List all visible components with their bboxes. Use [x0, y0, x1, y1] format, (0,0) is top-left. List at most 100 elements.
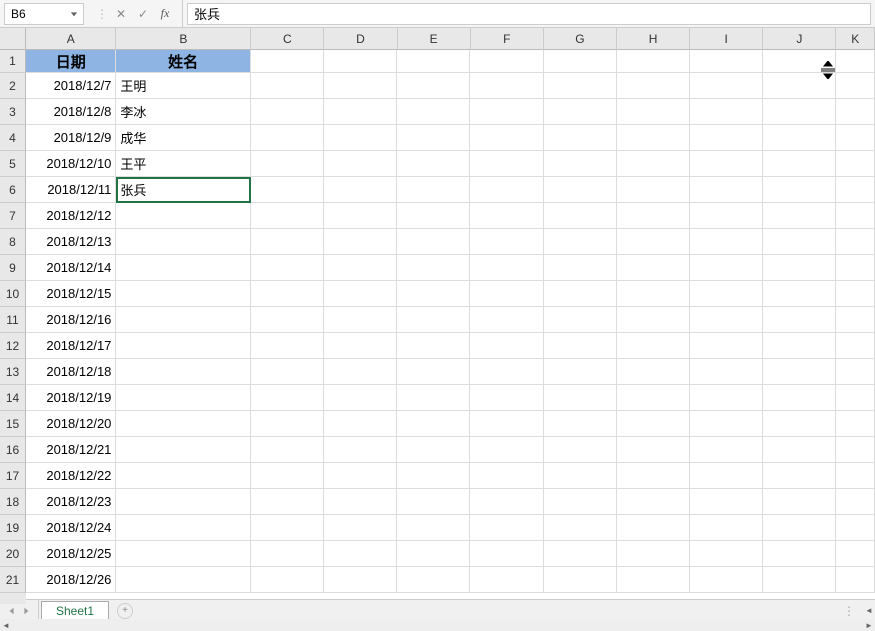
cells-area[interactable]: 日期姓名2018/12/7王明2018/12/8李冰2018/12/9成华201… [26, 50, 875, 604]
cell-C18[interactable] [251, 489, 324, 515]
column-header-I[interactable]: I [690, 28, 763, 50]
cell-J21[interactable] [763, 567, 836, 593]
cell-A6[interactable]: 2018/12/11 [26, 177, 116, 203]
cell-F14[interactable] [470, 385, 543, 411]
column-header-K[interactable]: K [836, 28, 875, 50]
column-header-B[interactable]: B [116, 28, 251, 50]
row-header-18[interactable]: 18 [0, 489, 26, 515]
cell-I13[interactable] [690, 359, 763, 385]
cell-G16[interactable] [544, 437, 617, 463]
cell-J18[interactable] [763, 489, 836, 515]
cell-C16[interactable] [251, 437, 324, 463]
cell-D7[interactable] [324, 203, 397, 229]
cell-K20[interactable] [836, 541, 875, 567]
cell-B9[interactable] [116, 255, 250, 281]
cell-H21[interactable] [617, 567, 690, 593]
cell-F7[interactable] [470, 203, 543, 229]
sheet-nav-prev-icon[interactable] [8, 604, 16, 618]
cell-K3[interactable] [836, 99, 875, 125]
cell-C11[interactable] [251, 307, 324, 333]
cell-F12[interactable] [470, 333, 543, 359]
cell-H16[interactable] [617, 437, 690, 463]
cell-B7[interactable] [116, 203, 250, 229]
cell-E21[interactable] [397, 567, 470, 593]
sheet-tab-1[interactable]: Sheet1 [41, 601, 109, 620]
cell-A11[interactable]: 2018/12/16 [26, 307, 116, 333]
cell-D20[interactable] [324, 541, 397, 567]
column-header-E[interactable]: E [398, 28, 471, 50]
cell-I16[interactable] [690, 437, 763, 463]
cell-J3[interactable] [763, 99, 836, 125]
cell-G1[interactable] [544, 50, 617, 73]
cell-G14[interactable] [544, 385, 617, 411]
cell-H6[interactable] [617, 177, 690, 203]
cell-H15[interactable] [617, 411, 690, 437]
cell-E1[interactable] [397, 50, 470, 73]
cell-I2[interactable] [690, 73, 763, 99]
cell-J6[interactable] [763, 177, 836, 203]
cell-G4[interactable] [544, 125, 617, 151]
cell-G2[interactable] [544, 73, 617, 99]
cell-E14[interactable] [397, 385, 470, 411]
cell-D18[interactable] [324, 489, 397, 515]
cell-H7[interactable] [617, 203, 690, 229]
cell-B6[interactable]: 张兵 [116, 177, 250, 203]
cell-E7[interactable] [397, 203, 470, 229]
cell-I4[interactable] [690, 125, 763, 151]
cell-J11[interactable] [763, 307, 836, 333]
row-header-11[interactable]: 11 [0, 307, 26, 333]
cell-B2[interactable]: 王明 [116, 73, 250, 99]
cell-G19[interactable] [544, 515, 617, 541]
cell-B8[interactable] [116, 229, 250, 255]
cell-F13[interactable] [470, 359, 543, 385]
cell-D12[interactable] [324, 333, 397, 359]
cell-D14[interactable] [324, 385, 397, 411]
cell-K16[interactable] [836, 437, 875, 463]
cell-K11[interactable] [836, 307, 875, 333]
row-header-17[interactable]: 17 [0, 463, 26, 489]
cell-J5[interactable] [763, 151, 836, 177]
cell-K21[interactable] [836, 567, 875, 593]
cell-B18[interactable] [116, 489, 250, 515]
cell-K12[interactable] [836, 333, 875, 359]
name-box-dropdown-icon[interactable] [67, 6, 81, 22]
horizontal-scrollbar[interactable]: ◄ ► [0, 619, 875, 631]
row-header-9[interactable]: 9 [0, 255, 26, 281]
select-all-corner[interactable] [0, 28, 26, 50]
cell-D21[interactable] [324, 567, 397, 593]
cell-E9[interactable] [397, 255, 470, 281]
cell-G13[interactable] [544, 359, 617, 385]
cell-K2[interactable] [836, 73, 875, 99]
cell-H1[interactable] [617, 50, 690, 73]
cell-B16[interactable] [116, 437, 250, 463]
cell-A4[interactable]: 2018/12/9 [26, 125, 116, 151]
cell-J9[interactable] [763, 255, 836, 281]
cell-D5[interactable] [324, 151, 397, 177]
cell-G17[interactable] [544, 463, 617, 489]
cell-F6[interactable] [470, 177, 543, 203]
cell-I10[interactable] [690, 281, 763, 307]
cell-E19[interactable] [397, 515, 470, 541]
cell-C19[interactable] [251, 515, 324, 541]
cell-J15[interactable] [763, 411, 836, 437]
cell-E20[interactable] [397, 541, 470, 567]
cell-F10[interactable] [470, 281, 543, 307]
cell-A20[interactable]: 2018/12/25 [26, 541, 116, 567]
cell-C10[interactable] [251, 281, 324, 307]
cell-G12[interactable] [544, 333, 617, 359]
cell-D19[interactable] [324, 515, 397, 541]
cell-K15[interactable] [836, 411, 875, 437]
cell-A13[interactable]: 2018/12/18 [26, 359, 116, 385]
cell-I21[interactable] [690, 567, 763, 593]
cell-G20[interactable] [544, 541, 617, 567]
cell-F18[interactable] [470, 489, 543, 515]
column-header-J[interactable]: J [763, 28, 836, 50]
cell-H19[interactable] [617, 515, 690, 541]
cell-I5[interactable] [690, 151, 763, 177]
cell-E12[interactable] [397, 333, 470, 359]
row-header-12[interactable]: 12 [0, 333, 26, 359]
cell-E13[interactable] [397, 359, 470, 385]
cell-B11[interactable] [116, 307, 250, 333]
cell-D15[interactable] [324, 411, 397, 437]
cell-J13[interactable] [763, 359, 836, 385]
